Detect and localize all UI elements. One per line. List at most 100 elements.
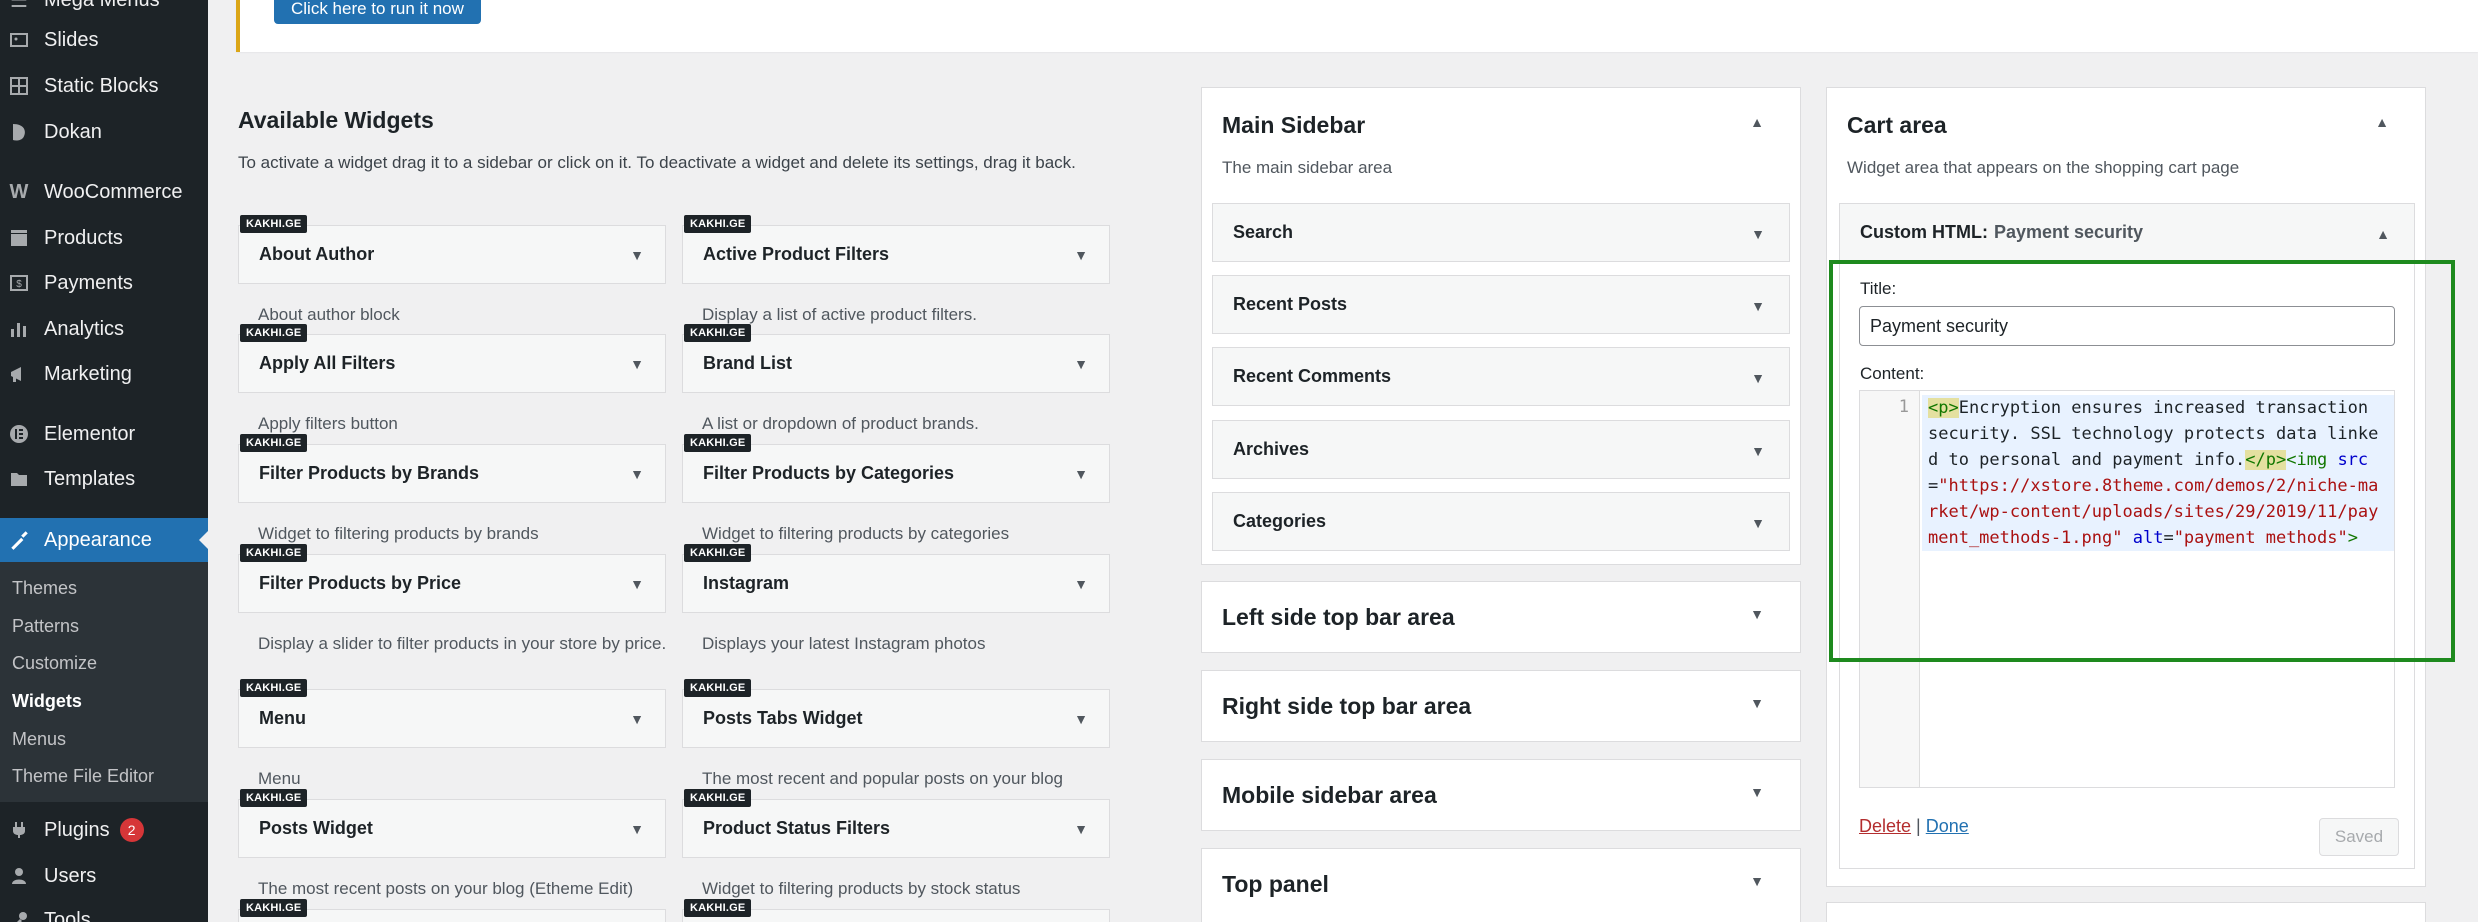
widget-description: Apply filters button (258, 414, 398, 433)
sidebar-widget-recent-comments[interactable]: Recent Comments ▼ (1212, 347, 1790, 406)
next-sidebar-panel (1826, 902, 2426, 922)
caret-down-icon[interactable]: ▼ (1074, 576, 1088, 592)
widget-title-bar[interactable]: Posts Widget (238, 799, 666, 858)
sidebar-mobile[interactable]: Mobile sidebar area ▼ (1201, 759, 1801, 831)
caret-down-icon[interactable]: ▼ (1074, 711, 1088, 727)
caret-down-icon[interactable]: ▼ (1074, 247, 1088, 263)
caret-down-icon[interactable]: ▼ (1750, 695, 1764, 711)
plugin-tag: KAKHI.GE (240, 434, 308, 452)
menu-item-woocommerce[interactable]: W WooCommerce (0, 170, 208, 214)
submenu-item-patterns[interactable]: Patterns (12, 616, 79, 637)
submenu-item-widgets[interactable]: Widgets (12, 691, 82, 712)
caret-down-icon[interactable]: ▼ (1074, 821, 1088, 837)
plugin-tag: KAKHI.GE (684, 434, 752, 452)
plugin-tag: KAKHI.GE (684, 789, 752, 807)
caret-down-icon[interactable]: ▼ (630, 711, 644, 727)
plugin-tag: KAKHI.GE (240, 544, 308, 562)
widget-title-bar[interactable]: Instagram (682, 554, 1110, 613)
sidebar-widget-categories[interactable]: Categories ▼ (1212, 492, 1790, 551)
caret-down-icon[interactable]: ▼ (1751, 443, 1765, 459)
sidebar-title: Right side top bar area (1222, 693, 1472, 719)
menu-label: Dokan (44, 120, 102, 143)
submenu-item-customize[interactable]: Customize (12, 653, 97, 674)
saved-button[interactable]: Saved (2319, 818, 2399, 856)
menu-item-plugins[interactable]: Plugins 2 (0, 808, 208, 852)
delete-link[interactable]: Delete (1859, 816, 1911, 836)
widget-title-bar[interactable]: Posts Tabs Widget (682, 689, 1110, 748)
caret-up-icon[interactable]: ▲ (2375, 114, 2389, 130)
menu-item-templates[interactable]: Templates (0, 457, 208, 501)
widget-name: Instagram (703, 573, 790, 593)
plugin-tag: KAKHI.GE (684, 544, 752, 562)
widget-title-bar[interactable]: Brand List (682, 334, 1110, 393)
widget-name: Recent Comments (1233, 366, 1392, 386)
widget-title-bar[interactable]: Filter Products by Brands (238, 444, 666, 503)
menu-item-static-blocks[interactable]: Static Blocks (0, 64, 208, 108)
caret-down-icon[interactable]: ▼ (630, 466, 644, 482)
sidebar-top-panel[interactable]: Top panel ▼ (1201, 848, 1801, 922)
caret-down-icon[interactable]: ▼ (630, 576, 644, 592)
admin-sidebar: ☰ Mega Menus Slides Static Blocks Dokan … (0, 0, 209, 922)
custom-html-widget-header[interactable]: Custom HTML: Payment security ▲ (1839, 203, 2415, 262)
menu-label: Marketing (44, 362, 132, 385)
widget-description: The most recent and popular posts on you… (702, 769, 1063, 788)
menu-item-marketing[interactable]: Marketing (0, 352, 208, 396)
menu-item-dokan[interactable]: Dokan (0, 110, 208, 154)
menu-item-slides[interactable]: Slides (0, 18, 208, 62)
caret-up-icon[interactable]: ▲ (2376, 226, 2390, 242)
menu-item-analytics[interactable]: Analytics (0, 307, 208, 351)
widget-title-bar[interactable]: Filter Products by Price (238, 554, 666, 613)
menu-item-payments[interactable]: $ Payments (0, 261, 208, 305)
sidebar-widget-archives[interactable]: Archives ▼ (1212, 420, 1790, 479)
caret-up-icon[interactable]: ▲ (1750, 114, 1764, 130)
menu-label: Appearance (44, 528, 152, 551)
widget-name: Product Status Filters (703, 818, 891, 838)
caret-down-icon[interactable]: ▼ (630, 356, 644, 372)
sidebar-title: Cart area (1847, 112, 1947, 138)
submenu-item-menus[interactable]: Menus (12, 729, 66, 750)
menu-item-users[interactable]: Users (0, 854, 208, 898)
link-separator: | (1916, 816, 1921, 836)
caret-down-icon[interactable]: ▼ (630, 247, 644, 263)
plugins-icon (6, 817, 32, 843)
menu-item-appearance[interactable]: Appearance (0, 518, 209, 562)
widget-title-bar[interactable]: About Author (238, 225, 666, 284)
widget-title-bar[interactable]: Apply All Filters (238, 334, 666, 393)
menu-item-products[interactable]: Products (0, 216, 208, 260)
sidebar-title: Main Sidebar (1222, 112, 1366, 138)
widget-title-bar[interactable]: Product Status Filters (682, 799, 1110, 858)
menu-label: Analytics (44, 317, 125, 340)
sidebar-widget-recent-posts[interactable]: Recent Posts ▼ (1212, 275, 1790, 334)
caret-down-icon[interactable]: ▼ (1750, 873, 1764, 889)
widget-title-bar[interactable]: Filter Products by Categories (682, 444, 1110, 503)
caret-down-icon[interactable]: ▼ (1074, 466, 1088, 482)
sidebar-widget-search[interactable]: Search ▼ (1212, 203, 1790, 262)
sidebar-description: The main sidebar area (1222, 158, 1393, 177)
caret-down-icon[interactable]: ▼ (1751, 515, 1765, 531)
widget-title-bar[interactable]: Menu (238, 689, 666, 748)
admin-notice: Click here to run it now (236, 0, 2478, 52)
menu-item-tools[interactable]: Tools (0, 898, 208, 922)
widget-title-bar[interactable]: Active Product Filters (682, 225, 1110, 284)
plugins-update-badge: 2 (119, 818, 144, 842)
done-link[interactable]: Done (1926, 816, 1969, 836)
svg-text:$: $ (16, 279, 22, 290)
sidebar-left-top-bar[interactable]: Left side top bar area ▼ (1201, 581, 1801, 653)
caret-down-icon[interactable]: ▼ (1751, 298, 1765, 314)
submenu-item-themes[interactable]: Themes (12, 578, 77, 599)
widget-description: The most recent posts on your blog (Ethe… (258, 879, 634, 898)
caret-down-icon[interactable]: ▼ (1750, 784, 1764, 800)
templates-icon (6, 466, 32, 492)
run-now-button[interactable]: Click here to run it now (274, 0, 481, 24)
caret-down-icon[interactable]: ▼ (630, 821, 644, 837)
sidebar-title: Top panel (1222, 871, 1329, 897)
submenu-item-theme-file-editor[interactable]: Theme File Editor (12, 766, 154, 787)
sidebar-right-top-bar[interactable]: Right side top bar area ▼ (1201, 670, 1801, 742)
plugin-tag: KAKHI.GE (684, 215, 752, 233)
caret-down-icon[interactable]: ▼ (1750, 606, 1764, 622)
menu-icon: ☰ (10, 0, 28, 12)
menu-item-elementor[interactable]: Elementor (0, 412, 208, 456)
caret-down-icon[interactable]: ▼ (1074, 356, 1088, 372)
caret-down-icon[interactable]: ▼ (1751, 370, 1765, 386)
caret-down-icon[interactable]: ▼ (1751, 226, 1765, 242)
